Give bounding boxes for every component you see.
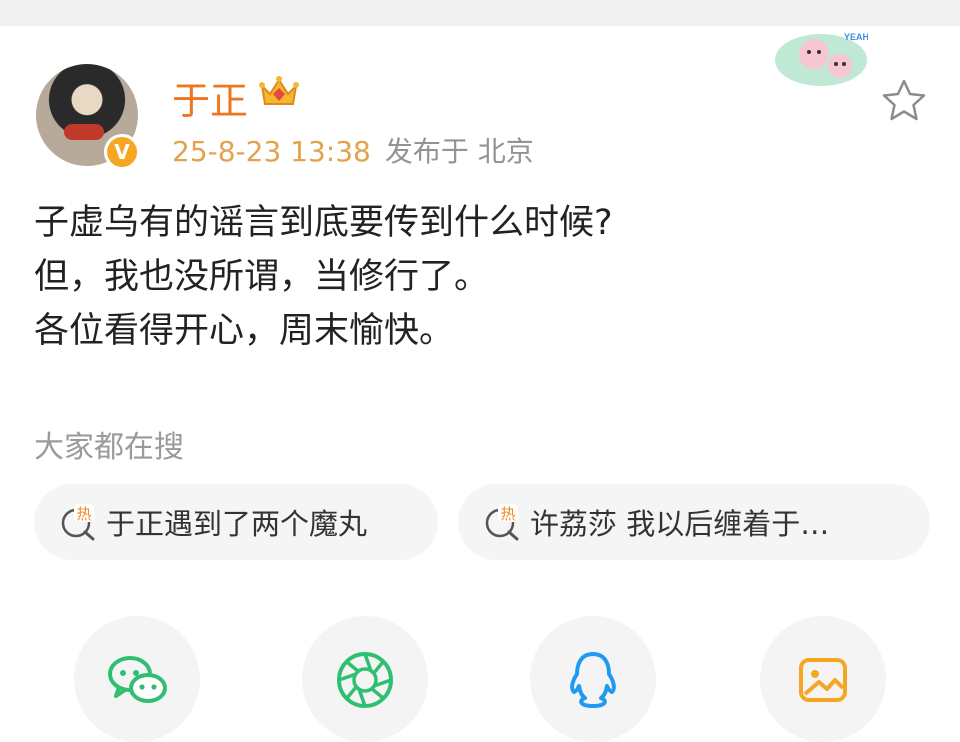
- share-moments-button[interactable]: [302, 616, 428, 742]
- post-line: 子虚乌有的谣言到底要传到什么时候?: [34, 203, 613, 243]
- qzone-icon: [799, 658, 847, 702]
- share-qq-button[interactable]: [530, 616, 656, 742]
- hot-search-item[interactable]: 热 于正遇到了两个魔丸: [34, 484, 438, 560]
- share-qzone-button[interactable]: [760, 616, 886, 742]
- share-wechat-button[interactable]: [74, 616, 200, 742]
- post-line: 但，我也没所谓，当修行了。: [34, 257, 490, 297]
- post-source: 发布于 北京: [384, 135, 534, 168]
- post-meta: 25-8-23 13:38 发布于 北京: [172, 130, 534, 170]
- post-timestamp: 25-8-23 13:38: [172, 135, 371, 168]
- post-content: 子虚乌有的谣言到底要传到什么时候? 但，我也没所谓，当修行了。 各位看得开心，周…: [34, 196, 613, 358]
- status-strip: [0, 0, 960, 26]
- favorite-star-icon[interactable]: [880, 78, 928, 122]
- hot-search-icon: 热: [485, 504, 519, 541]
- hot-search-item[interactable]: 热 许荔莎 我以后缠着于…: [458, 484, 930, 560]
- post-line: 各位看得开心，周末愉快。: [34, 311, 455, 351]
- moments-icon: [337, 652, 393, 708]
- verified-badge-icon: V: [104, 134, 140, 170]
- crown-icon: [259, 76, 299, 105]
- wechat-icon: [108, 656, 167, 703]
- sticker-text: YEAH!: [844, 32, 868, 42]
- hot-search-label: 于正遇到了两个魔丸: [106, 507, 368, 541]
- hot-search-icon: 热: [61, 504, 95, 541]
- qq-icon: [570, 652, 616, 708]
- hot-search-label: 许荔莎 我以后缠着于…: [530, 507, 830, 541]
- author-name[interactable]: 于正: [172, 70, 248, 125]
- hot-badge: 热: [76, 505, 91, 523]
- hot-badge: 热: [500, 505, 515, 523]
- hot-search-title: 大家都在搜: [34, 430, 184, 465]
- sticker-icon: YEAH!: [775, 32, 868, 86]
